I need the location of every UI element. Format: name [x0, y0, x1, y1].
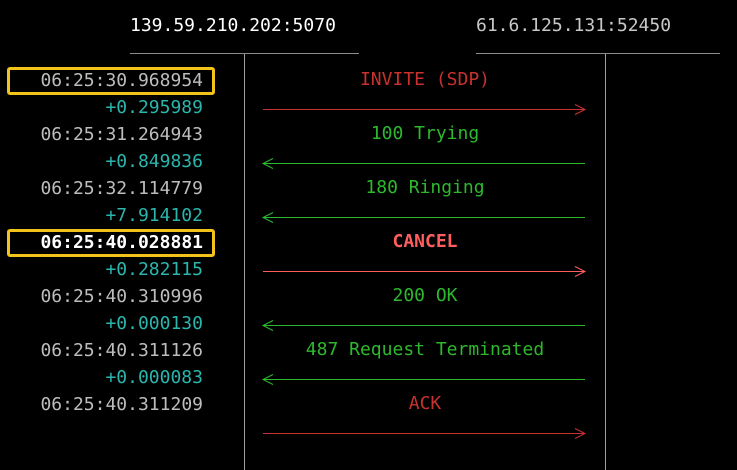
arrow-left-icon: [261, 158, 585, 169]
arrow-right-icon: [263, 428, 587, 439]
arrow-right-icon: [263, 266, 587, 277]
message-arrows: [261, 104, 587, 439]
arrow-left-icon: [261, 212, 585, 223]
arrow-right-icon: [263, 104, 587, 115]
arrow-left-icon: [261, 374, 585, 385]
arrow-left-icon: [261, 320, 585, 331]
